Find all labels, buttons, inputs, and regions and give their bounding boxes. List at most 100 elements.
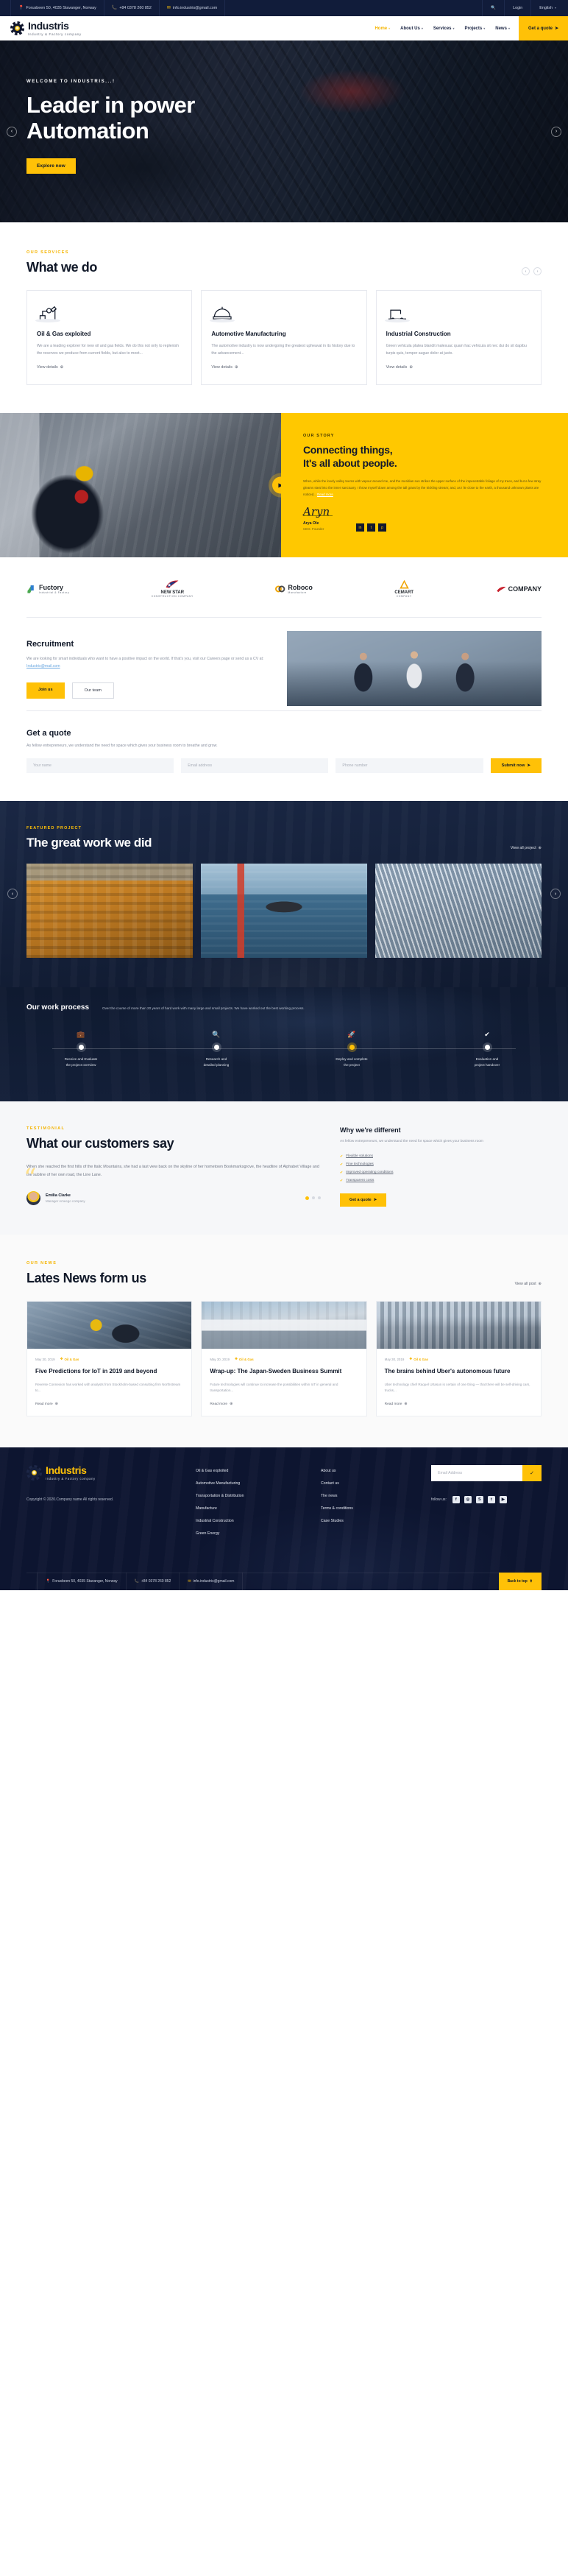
newsletter-submit-button[interactable]: ✓ bbox=[522, 1464, 542, 1481]
language-selector[interactable]: English ▾ bbox=[530, 0, 568, 16]
list-item[interactable]: ✔ Transparent costs bbox=[340, 1176, 542, 1185]
news-read-more-link[interactable]: Read more ⊕ bbox=[385, 1402, 533, 1406]
get-a-quote-button[interactable]: Get a quote ➤ bbox=[518, 16, 568, 40]
service-card-industrial[interactable]: Industrial Construction Green vehicula p… bbox=[375, 290, 542, 386]
brand-logo-newstar[interactable]: NEW STAR CONSTRUCTION COMPANY bbox=[152, 579, 194, 598]
news-card-1[interactable]: May 30, 2019 ❖ Oil & Gas Five Prediction… bbox=[26, 1301, 193, 1416]
footer-link[interactable]: Automotive Manufacturing bbox=[196, 1478, 306, 1490]
services-next-button[interactable]: › bbox=[533, 267, 542, 275]
quote-email-input[interactable]: Email address bbox=[181, 758, 329, 774]
pinterest-icon[interactable]: p bbox=[378, 523, 386, 532]
testimonial-dot-1[interactable] bbox=[305, 1196, 309, 1200]
news-read-more-link[interactable]: Read more ⊕ bbox=[210, 1402, 358, 1406]
footer-grid: Industris Industry & Factory company Cop… bbox=[26, 1464, 542, 1540]
list-item[interactable]: ✔ Improved operating conditions bbox=[340, 1168, 542, 1176]
testimonial-dot-2[interactable] bbox=[312, 1196, 315, 1200]
quote-title: Get a quote bbox=[26, 729, 71, 738]
footer-link[interactable]: Manufacture bbox=[196, 1503, 306, 1515]
hero-explore-button[interactable]: Explore now bbox=[26, 158, 76, 174]
twitter-icon[interactable]: t bbox=[487, 1495, 495, 1503]
login-link[interactable]: Login bbox=[504, 0, 530, 16]
footer-link[interactable]: Terms & conditions bbox=[321, 1503, 416, 1515]
why-different-quote-button[interactable]: Get a quote ➤ bbox=[340, 1193, 387, 1207]
footer-link[interactable]: Contact us bbox=[321, 1478, 416, 1490]
projects-kicker: FEATURED PROJECT bbox=[26, 826, 82, 831]
hero-slider: ‹ › WELCOME TO INDUSTRIS...! Leader in p… bbox=[0, 40, 568, 222]
nav-item-about[interactable]: About Us ▾ bbox=[400, 27, 423, 31]
process-step-2-label: Research and detailed planning bbox=[172, 1056, 260, 1068]
newsletter-email-input[interactable]: Email Address bbox=[431, 1464, 522, 1481]
footer-logo[interactable]: Industris Industry & Factory company bbox=[26, 1464, 181, 1481]
youtube-icon[interactable]: ▶ bbox=[499, 1495, 507, 1503]
footer-link[interactable]: Oil & Gas exploited bbox=[196, 1465, 306, 1478]
story-read-more-link[interactable]: Read more bbox=[317, 493, 333, 496]
quote-phone-input[interactable]: Phone number bbox=[336, 758, 483, 774]
footer-link[interactable]: Green Energy bbox=[196, 1528, 306, 1540]
news-category[interactable]: ❖ Oil & Gas bbox=[60, 1357, 79, 1361]
search-button[interactable]: 🔍 bbox=[482, 0, 504, 16]
news-category[interactable]: ❖ Oil & Gas bbox=[409, 1357, 428, 1361]
nav-item-services[interactable]: Services ▾ bbox=[433, 27, 455, 31]
brand-logo-fuctory[interactable]: Fuctory Industrial & Factory bbox=[26, 584, 69, 594]
service-card-oil-gas[interactable]: Oil & Gas exploited We are a leading exp… bbox=[26, 290, 193, 386]
join-us-button[interactable]: Join us bbox=[26, 682, 65, 699]
list-item[interactable]: ✔ Flexible solutions bbox=[340, 1152, 542, 1160]
instagram-icon[interactable]: ◎ bbox=[464, 1495, 472, 1503]
nav-item-news[interactable]: News ▾ bbox=[495, 27, 510, 31]
project-card-modern-facade[interactable] bbox=[375, 864, 542, 959]
nav-item-home[interactable]: Home ▾ bbox=[374, 27, 390, 31]
hero-next-button[interactable]: › bbox=[551, 126, 561, 137]
project-card-industrial-building[interactable] bbox=[26, 864, 193, 959]
brand-logo-company[interactable]: COMPANY bbox=[496, 584, 542, 594]
service-view-details-link[interactable]: View details ⊕ bbox=[211, 365, 356, 370]
nav-item-projects[interactable]: Projects ▾ bbox=[465, 27, 486, 31]
back-to-top-button[interactable]: Back to top ⬆ bbox=[498, 1573, 542, 1590]
projects-view-all-link[interactable]: View all project ⊕ bbox=[511, 846, 542, 850]
list-item[interactable]: ✔ Fine technologies bbox=[340, 1160, 542, 1168]
topbar-phone[interactable]: 📞 +84 0378 260 852 bbox=[104, 0, 160, 16]
quote-submit-button[interactable]: Submit now ➤ bbox=[490, 758, 542, 774]
send-icon: ➤ bbox=[373, 1198, 377, 1203]
twitter-icon[interactable]: t bbox=[367, 523, 375, 532]
footer-link[interactable]: About us bbox=[321, 1465, 416, 1478]
news-view-all-link[interactable]: View all post ⊕ bbox=[515, 1282, 542, 1286]
play-video-button[interactable]: ▶ bbox=[272, 476, 281, 494]
brand-logo-roboco[interactable]: Roboco Manufacture bbox=[275, 584, 313, 594]
footer-phone[interactable]: 📞 +84 0378 260 852 bbox=[127, 1573, 180, 1590]
news-card-title: Wrap-up: The Japan-Sweden Business Summi… bbox=[210, 1368, 342, 1375]
news-read-more-link[interactable]: Read more ⊕ bbox=[35, 1402, 183, 1406]
service-view-details-link[interactable]: View details ⊕ bbox=[386, 365, 531, 370]
footer-link[interactable]: Industrial Construction bbox=[196, 1515, 306, 1528]
newsletter-form: Email Address ✓ bbox=[431, 1464, 542, 1481]
linkedin-icon[interactable]: in bbox=[356, 523, 364, 532]
projects-prev-button[interactable]: ‹ bbox=[7, 889, 18, 900]
footer-link[interactable]: The news bbox=[321, 1490, 416, 1503]
footer-link[interactable]: Transportation & Distribution bbox=[196, 1490, 306, 1503]
testimonial-dot-3[interactable] bbox=[318, 1196, 321, 1200]
crane-icon bbox=[384, 302, 531, 322]
project-card-cargo-ship[interactable] bbox=[201, 864, 367, 959]
footer-link[interactable]: Case Studies bbox=[321, 1515, 416, 1528]
hero-prev-button[interactable]: ‹ bbox=[7, 126, 17, 137]
service-view-details-link[interactable]: View details ⊕ bbox=[37, 365, 182, 370]
get-quote-section: Get a quote As fellow entrepreneurs, we … bbox=[26, 710, 542, 801]
news-card-2[interactable]: May 30, 2019 ❖ Oil & Gas Wrap-up: The Ja… bbox=[201, 1301, 367, 1416]
recruitment-email-link[interactable]: Industris@mail.com bbox=[26, 664, 60, 668]
oil-pump-icon bbox=[35, 302, 182, 322]
services-prev-button[interactable]: ‹ bbox=[522, 267, 530, 275]
news-card-3[interactable]: May 30, 2019 ❖ Oil & Gas The brains behi… bbox=[375, 1301, 542, 1416]
skype-icon[interactable]: S bbox=[475, 1495, 483, 1503]
news-category[interactable]: ❖ Oil & Gas bbox=[235, 1357, 254, 1361]
facebook-icon[interactable]: f bbox=[452, 1495, 460, 1503]
news-card-title: The brains behind Uber's autonomous futu… bbox=[384, 1368, 511, 1375]
footer-email[interactable]: ✉ info.industris@gmail.com bbox=[180, 1573, 244, 1590]
site-logo[interactable]: Industris Industry & Factory company bbox=[10, 21, 82, 36]
news-category-label: Oil & Gas bbox=[64, 1357, 79, 1361]
our-team-button[interactable]: Our team bbox=[71, 682, 114, 699]
main-navbar: Industris Industry & Factory company Hom… bbox=[0, 16, 568, 40]
service-card-automotive[interactable]: Automotive Manufacturing The automotive … bbox=[201, 290, 367, 386]
topbar-email[interactable]: ✉ info.industris@gmail.com bbox=[160, 0, 226, 16]
quote-name-input[interactable]: Your name bbox=[26, 758, 174, 774]
projects-next-button[interactable]: › bbox=[550, 889, 561, 900]
brand-logo-cemart[interactable]: CEMART COMPANY bbox=[394, 579, 413, 598]
